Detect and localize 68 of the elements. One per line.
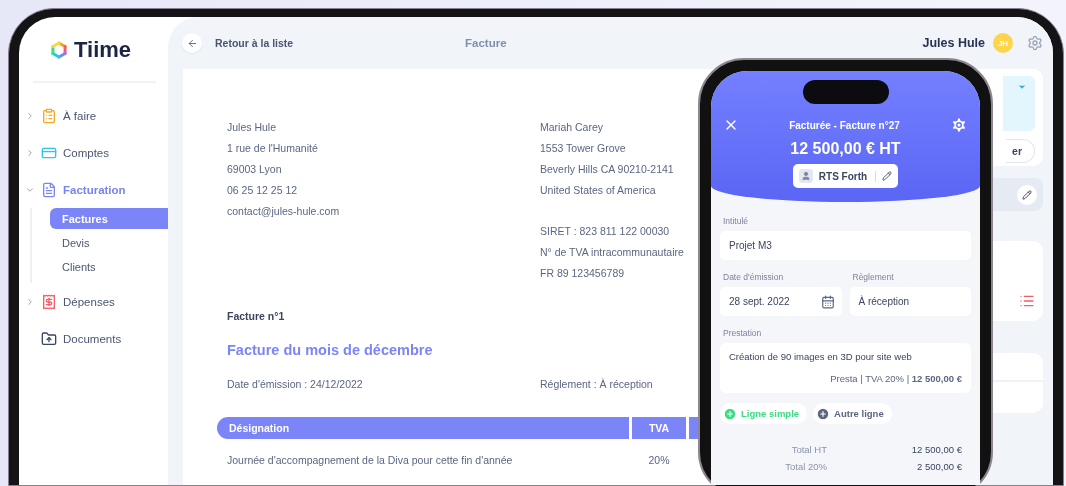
column-header: Désignation [217,417,629,439]
list-icon[interactable] [1019,293,1035,309]
payment-terms: Réglement : À réception [540,377,653,392]
sender-line: 1 rue de l'Humanité [227,141,318,156]
user-name: Jules Hule [922,36,985,50]
field-label: Date d'émission [723,272,785,282]
sidebar-subitem[interactable]: Devis [50,232,168,253]
sender-line: contact@jules-hule.com [227,204,340,219]
checklist-icon [41,107,57,124]
input-field[interactable]: Projet M3 [720,231,971,260]
back-link[interactable]: Retour à la liste [215,37,465,49]
invoice-subject: Facture du mois de décembre [227,342,433,358]
receipt-icon [41,293,57,310]
field-label: Intitulé [723,216,750,226]
logo-icon [50,41,68,59]
plus-icon [816,406,831,421]
sender-line: Jules Hule [227,120,277,135]
select-field[interactable]: À réception [849,287,971,316]
table-cell-text: 20% [647,453,671,468]
column-header: TVA [632,417,686,439]
add-line-button[interactable]: Autre ligne [813,403,892,424]
sidebar-item[interactable]: À faire [19,97,168,134]
recipient-id-line: FR 89 123456789 [540,266,625,281]
sidebar-subitem[interactable]: Clients [50,256,168,277]
sender-line: 69003 Lyon [227,162,282,177]
pencil-icon [1022,189,1032,200]
field-label: Règlement [852,272,895,282]
service-card[interactable]: Création de 90 images en 3D pour site web Presta | TVA 20% | 12 500,00 € [720,343,971,393]
settings-icon[interactable] [1027,35,1043,51]
date-field[interactable]: 28 sept. 2022 [720,287,842,316]
total-value: 2 500,00 € [916,461,962,472]
recipient-line: 1553 Tower Grove [540,141,626,156]
client-chip[interactable]: RTS Forth [792,164,899,188]
recipient-id-line: N° de TVA intracommunautaire [540,245,684,260]
sender-line: 06 25 12 25 12 [227,183,298,198]
issue-date: Date d'émission : 24/12/2022 [227,377,363,392]
dropdown-field[interactable] [1003,76,1035,131]
caret-icon [1017,82,1027,92]
calendar-icon [820,294,835,309]
edit-icon[interactable] [882,171,893,181]
sidebar-item[interactable]: Dépenses [19,283,168,320]
field-label: Prestation [723,328,763,338]
document-icon [41,181,57,198]
recipient-line: Mariah Carey [540,120,604,135]
action-button[interactable]: er [1006,139,1035,163]
back-button[interactable] [182,33,202,53]
recipient-line: United States of America [540,183,656,198]
invoice-number: Facture n°1 [227,310,286,322]
total-label: Total 20% [784,461,828,472]
invoice-status-title: Facturée - Facture n°27 [789,119,900,131]
service-details: Presta | TVA 20% | 12 500,00 € [830,373,962,384]
recipient-id-line: SIRET : 823 811 122 00030 [540,224,670,239]
invoice-amount: 12 500,00 € HT [790,140,901,158]
sidebar-item[interactable]: Comptes [19,134,168,171]
app-logo: Tiime [74,37,132,63]
table-cell-text: Journée d'accompagnement de la Diva pour cette fin d'année [226,453,514,468]
arrow-left-icon [186,37,198,49]
plus-icon [723,406,737,421]
folder-icon [41,330,57,347]
person-icon [798,169,813,183]
edit-button[interactable] [1017,184,1037,205]
service-description: Création de 90 images en 3D pour site web [729,351,913,362]
settings-icon[interactable] [950,116,968,134]
recipient-line: Beverly Hills CA 90210-2141 [540,162,674,177]
total-value: 12 500,00 € [910,444,962,455]
total-label: Total HT [790,444,828,455]
page-title: Facture [465,37,508,49]
sidebar-item[interactable]: Documents [19,320,168,357]
